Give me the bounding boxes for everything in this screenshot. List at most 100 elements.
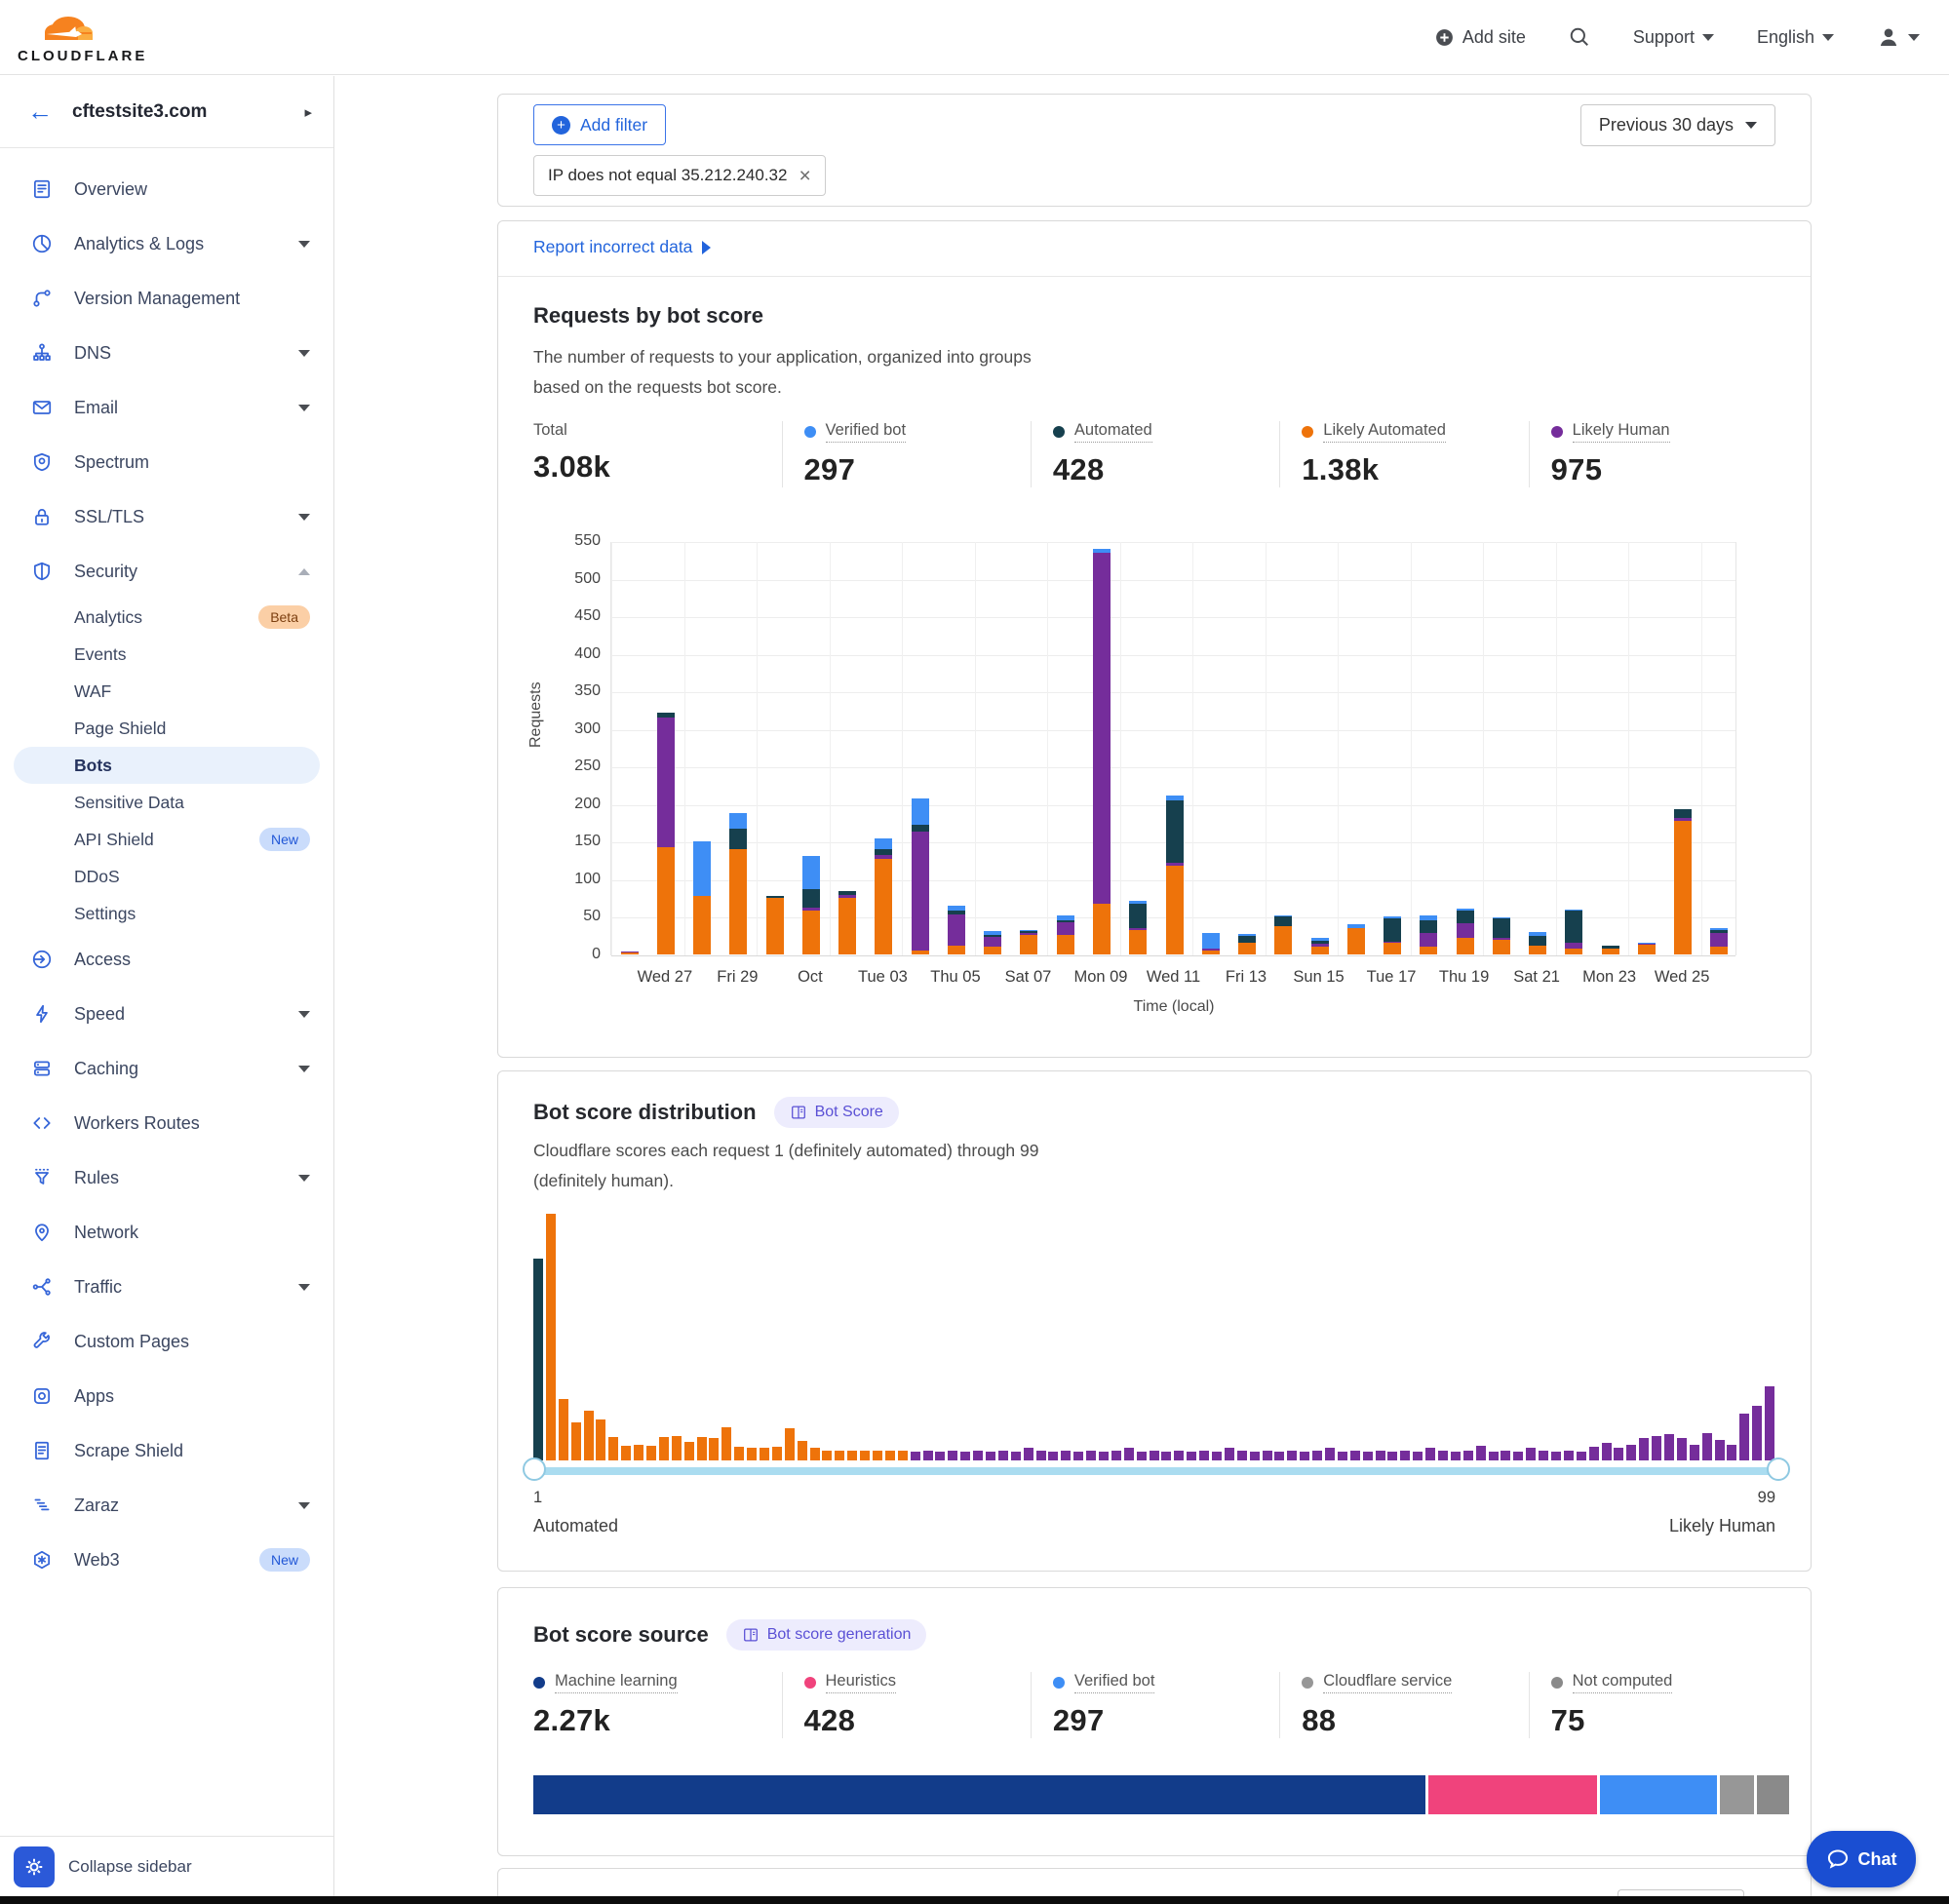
- stat-machine-learning: Machine learning2.27k: [533, 1672, 782, 1738]
- user-icon: [1877, 25, 1900, 49]
- slider-handle-min[interactable]: [523, 1457, 546, 1481]
- bar-segment-likely-automated: [1202, 951, 1220, 954]
- date-range-dropdown[interactable]: Previous 30 days: [1580, 104, 1775, 146]
- sidebar-item-version-management[interactable]: Version Management: [0, 271, 333, 326]
- sidebar-item-access[interactable]: Access: [0, 932, 333, 987]
- sidebar-item-custom-pages[interactable]: Custom Pages: [0, 1314, 333, 1369]
- sidebar-item-label: Custom Pages: [74, 1332, 310, 1352]
- histogram-bar-score-78: [1501, 1451, 1510, 1460]
- histogram-bar-score-21: [785, 1428, 795, 1460]
- sidebar-item-waf[interactable]: WAF: [0, 673, 333, 710]
- bar-23: [1457, 909, 1474, 954]
- gridline: [611, 730, 1735, 731]
- sidebar-item-ssl-tls[interactable]: SSL/TLS: [0, 489, 333, 544]
- sidebar-item-scrape-shield[interactable]: Scrape Shield: [0, 1423, 333, 1478]
- sidebar-item-speed[interactable]: Speed: [0, 987, 333, 1041]
- chevron-right-icon[interactable]: ▸: [304, 103, 312, 121]
- gridline: [611, 617, 1735, 618]
- verified-bot-dot: [1053, 1677, 1065, 1689]
- histogram-bar-score-64: [1325, 1448, 1335, 1460]
- sidebar-item-label: WAF: [74, 681, 310, 702]
- gridline: [611, 580, 1735, 581]
- bar-18: [1274, 915, 1292, 954]
- histogram-bar-score-85: [1589, 1447, 1599, 1460]
- histogram-bar-score-50: [1150, 1451, 1159, 1460]
- gridline: [611, 692, 1735, 693]
- add-site-button[interactable]: Add site: [1434, 27, 1526, 48]
- histogram-bar-score-41: [1036, 1451, 1046, 1460]
- sidebar-item-ddos[interactable]: DDoS: [0, 858, 333, 895]
- source-segment-verified-bot: [1600, 1775, 1717, 1814]
- bar-segment-likely-automated: [1274, 926, 1292, 954]
- histogram-bar-score-83: [1564, 1451, 1574, 1460]
- y-tick-label: 550: [554, 532, 601, 550]
- y-axis-label: Requests: [527, 681, 545, 748]
- account-menu[interactable]: [1877, 25, 1920, 49]
- sidebar-item-page-shield[interactable]: Page Shield: [0, 710, 333, 747]
- security-icon: [31, 561, 53, 582]
- chevron-down-icon: [1908, 34, 1920, 41]
- sidebar-item-label: Web3: [74, 1550, 248, 1571]
- sidebar-item-label: Settings: [74, 904, 310, 924]
- gridline: [1628, 542, 1629, 955]
- sidebar-item-apps[interactable]: Apps: [0, 1369, 333, 1423]
- bar-segment-automated: [1457, 911, 1474, 922]
- new-badge: New: [259, 1548, 310, 1572]
- filter-chip[interactable]: IP does not equal 35.212.240.32 ×: [533, 155, 826, 196]
- sidebar-item-analytics[interactable]: AnalyticsBeta: [0, 599, 333, 636]
- y-tick-label: 200: [554, 796, 601, 813]
- preferences-button[interactable]: [14, 1846, 55, 1887]
- sidebar-item-sensitive-data[interactable]: Sensitive Data: [0, 784, 333, 821]
- arrow-right-icon: [702, 241, 711, 254]
- search-button[interactable]: [1569, 26, 1590, 48]
- sidebar-item-traffic[interactable]: Traffic: [0, 1260, 333, 1314]
- score-range-slider[interactable]: [533, 1467, 1777, 1475]
- sidebar-item-dns[interactable]: DNS: [0, 326, 333, 380]
- sidebar-item-label: Caching: [74, 1059, 298, 1079]
- y-tick-label: 0: [554, 946, 601, 963]
- x-tick-label: Oct: [798, 968, 823, 987]
- sidebar-item-email[interactable]: Email: [0, 380, 333, 435]
- slider-handle-max[interactable]: [1767, 1457, 1790, 1481]
- bar-7: [875, 838, 892, 954]
- close-icon[interactable]: ×: [799, 166, 810, 186]
- sidebar-item-spectrum[interactable]: Spectrum: [0, 435, 333, 489]
- y-tick-label: 400: [554, 645, 601, 663]
- back-arrow-icon[interactable]: ←: [27, 97, 53, 127]
- sidebar-item-analytics-logs[interactable]: Analytics & Logs: [0, 216, 333, 271]
- sidebar-item-web3[interactable]: Web3 New: [0, 1533, 333, 1587]
- sidebar-item-label: Version Management: [74, 289, 310, 309]
- sidebar-item-bots[interactable]: Bots: [14, 747, 320, 784]
- sidebar-item-settings[interactable]: Settings: [0, 895, 333, 932]
- sidebar-item-security[interactable]: Security: [0, 544, 333, 599]
- x-tick-label: Fri 29: [717, 968, 758, 987]
- sidebar-item-caching[interactable]: Caching: [0, 1041, 333, 1096]
- language-menu[interactable]: English: [1757, 27, 1834, 48]
- cloudflare-logo[interactable]: CLOUDFLARE: [18, 11, 147, 64]
- bar-segment-automated: [1420, 920, 1437, 933]
- y-tick-label: 500: [554, 570, 601, 588]
- sidebar-item-overview[interactable]: Overview: [0, 162, 333, 216]
- bar-27: [1602, 946, 1619, 954]
- sidebar-item-events[interactable]: Events: [0, 636, 333, 673]
- report-incorrect-data-link[interactable]: Report incorrect data: [533, 237, 711, 257]
- sidebar-item-api-shield[interactable]: API ShieldNew: [0, 821, 333, 858]
- histogram-bar-score-58: [1250, 1452, 1260, 1460]
- sidebar-item-zaraz[interactable]: Zaraz: [0, 1478, 333, 1533]
- sidebar-item-label: SSL/TLS: [74, 507, 298, 527]
- bot-score-generation-badge[interactable]: Bot score generation: [726, 1619, 927, 1651]
- histogram-bar-score-81: [1539, 1451, 1548, 1460]
- sidebar-item-workers-routes[interactable]: Workers Routes: [0, 1096, 333, 1150]
- requests-bar-chart: [610, 542, 1736, 955]
- bar-segment-automated: [912, 825, 929, 833]
- chat-button[interactable]: Chat: [1807, 1831, 1916, 1887]
- collapse-sidebar-button[interactable]: Collapse sidebar: [68, 1857, 192, 1877]
- x-tick-label: Wed 11: [1147, 968, 1200, 987]
- support-menu[interactable]: Support: [1633, 27, 1714, 48]
- histogram-bar-score-59: [1263, 1451, 1272, 1460]
- bot-score-badge[interactable]: Bot Score: [774, 1097, 899, 1128]
- add-filter-button[interactable]: + Add filter: [533, 104, 666, 145]
- stat-value: 297: [804, 452, 1021, 487]
- sidebar-item-network[interactable]: Network: [0, 1205, 333, 1260]
- sidebar-item-rules[interactable]: Rules: [0, 1150, 333, 1205]
